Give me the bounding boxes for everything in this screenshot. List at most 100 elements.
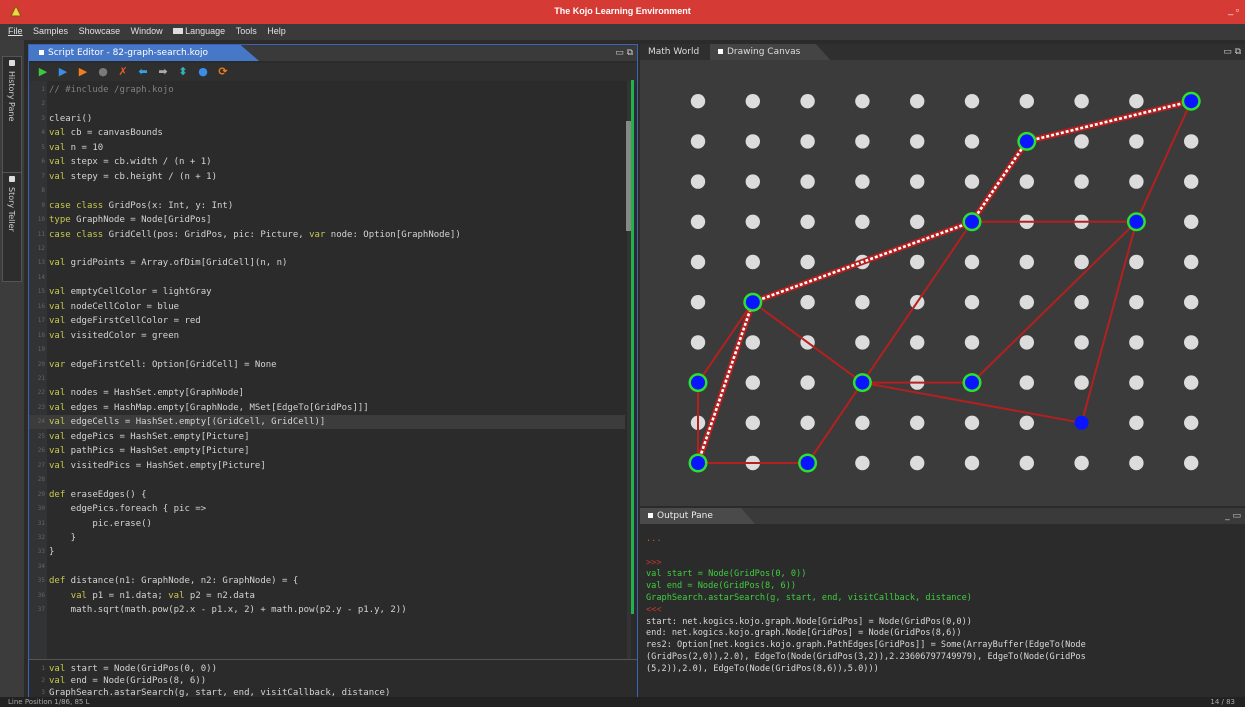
- grid-point[interactable]: [1074, 134, 1089, 149]
- code-line[interactable]: 25 val edgePics = HashSet.empty[Picture]: [29, 430, 625, 444]
- trace-button[interactable]: ▶: [77, 66, 89, 78]
- graph-node[interactable]: [1074, 415, 1089, 430]
- format-button[interactable]: ⬍: [177, 66, 189, 78]
- grid-point[interactable]: [745, 335, 760, 350]
- reset-button[interactable]: ⟳: [217, 66, 229, 78]
- code-line[interactable]: 29 def eraseEdges() {: [29, 488, 625, 502]
- grid-point[interactable]: [1074, 335, 1089, 350]
- grid-point[interactable]: [800, 375, 815, 390]
- grid-point[interactable]: [855, 415, 870, 430]
- code-area[interactable]: 1// #include /graph.kojo 2 3 cleari() 4 val c…: [29, 81, 637, 659]
- code-line[interactable]: 5 val n = 10: [29, 141, 625, 155]
- code-line[interactable]: 14: [29, 271, 625, 285]
- code-line[interactable]: 31 pic.erase(): [29, 517, 625, 531]
- grid-point[interactable]: [964, 134, 980, 149]
- code-line[interactable]: 7 val stepy = cb.height / (n + 1): [29, 170, 625, 184]
- grid-point[interactable]: [745, 375, 760, 390]
- menu-window[interactable]: Window: [127, 24, 167, 36]
- history-pane-tab[interactable]: History Pane: [2, 56, 22, 176]
- grid-point[interactable]: [1129, 295, 1144, 310]
- tab-drawing-canvas[interactable]: Drawing Canvas: [710, 44, 831, 60]
- grid-point[interactable]: [1184, 375, 1199, 390]
- output-window-controls[interactable]: _ ▭: [1225, 511, 1241, 521]
- code-line[interactable]: 32 }: [29, 531, 625, 545]
- grid-point[interactable]: [910, 335, 925, 350]
- grid-point[interactable]: [910, 174, 925, 189]
- grid-point[interactable]: [964, 254, 980, 270]
- grid-point[interactable]: [964, 94, 980, 109]
- code-line[interactable]: 24 val edgeCells = HashSet.empty[(GridCel…: [29, 415, 625, 430]
- grid-point[interactable]: [1074, 455, 1089, 471]
- menu-file[interactable]: File: [0, 24, 27, 36]
- code-line[interactable]: 28: [29, 473, 625, 487]
- grid-point[interactable]: [964, 295, 980, 310]
- stop-button[interactable]: ●: [97, 66, 109, 78]
- clear-output-button[interactable]: ●: [197, 66, 209, 78]
- grid-point[interactable]: [1019, 254, 1034, 270]
- tab-math-world[interactable]: Math World: [648, 47, 699, 57]
- graph-node[interactable]: [691, 456, 705, 470]
- code-line[interactable]: 10 type GraphNode = Node[GridPos]: [29, 213, 625, 227]
- grid-point[interactable]: [910, 415, 925, 430]
- code-line[interactable]: 6 val stepx = cb.width / (n + 1): [29, 155, 625, 169]
- grid-point[interactable]: [1074, 174, 1089, 189]
- grid-point[interactable]: [1019, 174, 1034, 189]
- code-line[interactable]: 35 def distance(n1: GraphNode, n2: GraphN…: [29, 574, 625, 588]
- code-line[interactable]: 13 val gridPoints = Array.ofDim[GridCell]…: [29, 256, 625, 270]
- grid-point[interactable]: [855, 335, 870, 350]
- grid-point[interactable]: [964, 415, 980, 430]
- output-pane-tab[interactable]: Output Pane: [640, 508, 755, 524]
- code-line[interactable]: 1 // #include /graph.kojo: [29, 83, 625, 97]
- grid-point[interactable]: [690, 174, 706, 189]
- code-line[interactable]: 22 val nodes = HashSet.empty[GraphNode]: [29, 386, 625, 400]
- check-button[interactable]: ✗: [117, 66, 129, 78]
- code-line[interactable]: 4 val cb = canvasBounds: [29, 126, 625, 140]
- grid-point[interactable]: [1184, 214, 1199, 229]
- grid-point[interactable]: [745, 174, 760, 189]
- code-line[interactable]: 33}: [29, 545, 625, 559]
- graph-node[interactable]: [1129, 214, 1144, 229]
- grid-point[interactable]: [910, 254, 925, 270]
- code-line[interactable]: 27 val visitedPics = HashSet.empty[Pictur…: [29, 459, 625, 473]
- menu-language[interactable]: Language: [169, 24, 229, 36]
- grid-point[interactable]: [690, 254, 706, 270]
- grid-point[interactable]: [745, 415, 760, 430]
- code-line[interactable]: 19: [29, 343, 625, 357]
- code-line[interactable]: 12: [29, 242, 625, 256]
- grid-point[interactable]: [910, 134, 925, 149]
- graph-node[interactable]: [800, 456, 815, 470]
- code-line[interactable]: 30 edgePics.foreach { pic =>: [29, 502, 625, 516]
- grid-point[interactable]: [800, 134, 815, 149]
- grid-point[interactable]: [745, 214, 760, 229]
- grid-point[interactable]: [855, 174, 870, 189]
- grid-point[interactable]: [690, 295, 706, 310]
- menu-tools[interactable]: Tools: [232, 24, 261, 36]
- graph-node[interactable]: [855, 375, 870, 390]
- grid-point[interactable]: [1019, 375, 1034, 390]
- grid-point[interactable]: [800, 94, 815, 109]
- next-button[interactable]: ➡: [157, 66, 169, 78]
- menu-showcase[interactable]: Showcase: [75, 24, 125, 36]
- grid-point[interactable]: [1074, 375, 1089, 390]
- code-line[interactable]: 23 val edges = HashMap.empty[GraphNode, M…: [29, 401, 625, 415]
- grid-point[interactable]: [855, 455, 870, 471]
- grid-point[interactable]: [964, 335, 980, 350]
- code-line[interactable]: 36 val p1 = n1.data; val p2 = n2.data: [29, 589, 625, 603]
- grid-point[interactable]: [1129, 335, 1144, 350]
- code-line[interactable]: 26 val pathPics = HashSet.empty[Picture]: [29, 444, 625, 458]
- grid-point[interactable]: [1184, 295, 1199, 310]
- code-line[interactable]: 2: [29, 97, 625, 111]
- code-line[interactable]: 17 val edgeFirstCellColor = red: [29, 314, 625, 328]
- graph-node[interactable]: [691, 375, 705, 390]
- drawing-canvas[interactable]: [640, 60, 1245, 506]
- code-line[interactable]: 9 case class GridPos(x: Int, y: Int): [29, 199, 625, 213]
- grid-point[interactable]: [1129, 254, 1144, 270]
- grid-point[interactable]: [690, 94, 706, 109]
- grid-point[interactable]: [1184, 254, 1199, 270]
- menu-samples[interactable]: Samples: [29, 24, 72, 36]
- grid-point[interactable]: [745, 134, 760, 149]
- grid-point[interactable]: [1129, 134, 1144, 149]
- grid-point[interactable]: [1019, 94, 1034, 109]
- grid-point[interactable]: [855, 295, 870, 310]
- grid-point[interactable]: [1184, 335, 1199, 350]
